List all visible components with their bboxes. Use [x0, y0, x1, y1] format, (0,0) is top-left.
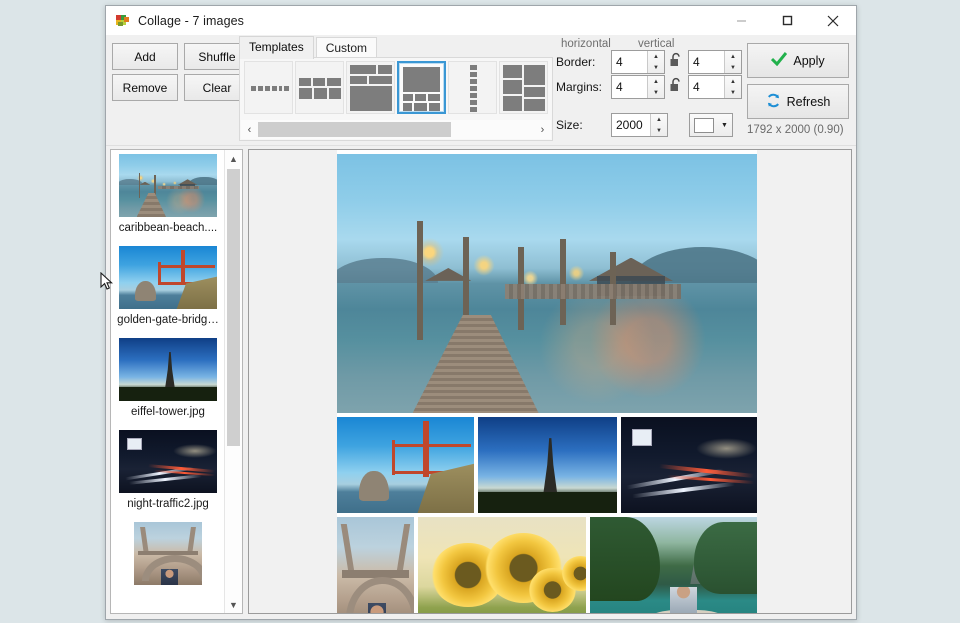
desktop-background: Collage - 7 images Add Shuffle Remove Cl… — [0, 0, 960, 623]
minimize-button[interactable] — [718, 6, 764, 35]
template-option-4-selected[interactable] — [397, 61, 446, 114]
margins-label: Margins: — [556, 80, 602, 94]
template-option-1[interactable] — [244, 61, 293, 114]
file-list-items: caribbean-beach.... golden-gate-bridg… — [111, 150, 225, 613]
close-button[interactable] — [810, 6, 856, 35]
apply-label: Apply — [793, 54, 824, 68]
border-label: Border: — [556, 55, 595, 69]
tab-templates[interactable]: Templates — [239, 36, 314, 59]
collage-preview-pane[interactable] — [248, 149, 852, 614]
refresh-label: Refresh — [787, 95, 831, 109]
scrollbar-thumb[interactable] — [258, 122, 451, 137]
margins-horizontal-input[interactable]: ▲▼ — [611, 75, 665, 99]
scroll-right-icon[interactable]: › — [534, 121, 551, 138]
templates-scroller — [241, 59, 551, 116]
green-check-icon — [771, 52, 787, 69]
list-item[interactable]: eiffel-tower.jpg — [111, 338, 225, 427]
collage-row-2 — [337, 417, 757, 513]
scrollbar-track[interactable] — [258, 122, 534, 137]
file-name: night-traffic2.jpg — [127, 498, 209, 510]
window-title: Collage - 7 images — [138, 14, 244, 28]
scroll-down-icon[interactable]: ▼ — [225, 596, 242, 613]
blue-refresh-icon — [766, 93, 781, 111]
templates-horizontal-scrollbar[interactable]: ‹ › — [241, 120, 551, 139]
border-vertical-value[interactable] — [689, 51, 724, 73]
size-input[interactable]: ▲▼ — [611, 113, 668, 137]
collage-cell-bridge[interactable] — [337, 417, 474, 513]
size-label: Size: — [556, 118, 583, 132]
output-dimensions-text: 1792 x 2000 (0.90) — [747, 124, 844, 136]
tab-custom[interactable]: Custom — [316, 37, 377, 59]
image-file-list[interactable]: caribbean-beach.... golden-gate-bridg… — [110, 149, 243, 614]
thumbnail-night-traffic2[interactable] — [119, 430, 217, 493]
column-header-vertical: vertical — [638, 38, 674, 50]
collage-cell-boat[interactable] — [590, 517, 757, 614]
margins-lock-icon[interactable] — [669, 77, 683, 93]
file-name: caribbean-beach.... — [119, 222, 217, 234]
collage-row-3 — [337, 517, 757, 614]
template-option-5[interactable] — [448, 61, 497, 114]
border-horizontal-input[interactable]: ▲▼ — [611, 50, 665, 74]
list-item[interactable]: night-traffic2.jpg — [111, 430, 225, 519]
collage-cell-eiffel-person[interactable] — [337, 517, 414, 614]
add-button[interactable]: Add — [112, 43, 178, 70]
thumbnail-eiffel-tower[interactable] — [119, 338, 217, 401]
list-item[interactable]: caribbean-beach.... — [111, 154, 225, 243]
list-item[interactable] — [111, 522, 225, 585]
template-tabs: Templates Custom — [239, 36, 377, 59]
color-dropdown-arrow[interactable]: ▼ — [717, 113, 733, 137]
thumbnail-eiffel-tower-person[interactable] — [134, 522, 202, 585]
scroll-left-icon[interactable]: ‹ — [241, 121, 258, 138]
size-spinner[interactable]: ▲▼ — [650, 114, 667, 136]
border-horizontal-value[interactable] — [612, 51, 647, 73]
mouse-cursor — [100, 272, 114, 292]
margins-vertical-input[interactable]: ▲▼ — [688, 75, 742, 99]
collage-cell-eiffel[interactable] — [478, 417, 617, 513]
toolbar-strip: Add Shuffle Remove Clear Templates Custo… — [106, 35, 856, 146]
template-option-2[interactable] — [295, 61, 344, 114]
main-content: caribbean-beach.... golden-gate-bridg… — [106, 146, 856, 619]
margins-horizontal-spinner[interactable]: ▲▼ — [647, 76, 664, 98]
background-color-swatch[interactable] — [689, 113, 719, 137]
list-item[interactable]: golden-gate-bridg… — [111, 246, 225, 335]
thumbnail-golden-gate-bridge[interactable] — [119, 246, 217, 309]
size-value[interactable] — [612, 114, 650, 136]
collage-canvas[interactable] — [337, 150, 757, 613]
collage-cell-traffic[interactable] — [621, 417, 757, 513]
remove-button[interactable]: Remove — [112, 74, 178, 101]
thumbnail-caribbean-beach[interactable] — [119, 154, 217, 217]
margins-vertical-value[interactable] — [689, 76, 724, 98]
collage-cell-pier[interactable] — [337, 154, 757, 413]
margins-vertical-spinner[interactable]: ▲▼ — [724, 76, 741, 98]
apply-button[interactable]: Apply — [747, 43, 849, 78]
border-vertical-input[interactable]: ▲▼ — [688, 50, 742, 74]
column-header-horizontal: horizontal — [561, 38, 611, 50]
file-list-scrollbar[interactable]: ▲ ▼ — [224, 150, 242, 613]
file-name: golden-gate-bridg… — [117, 314, 219, 326]
window-controls — [718, 6, 856, 35]
collage-app-icon — [115, 13, 131, 29]
collage-window: Collage - 7 images Add Shuffle Remove Cl… — [105, 5, 857, 620]
refresh-button[interactable]: Refresh — [747, 84, 849, 119]
border-horizontal-spinner[interactable]: ▲▼ — [647, 51, 664, 73]
border-lock-icon[interactable] — [669, 52, 683, 68]
collage-row-1 — [337, 154, 757, 413]
templates-panel: ‹ › — [239, 57, 553, 141]
template-option-3[interactable] — [346, 61, 395, 114]
scrollbar-thumb[interactable] — [227, 169, 240, 446]
template-option-6[interactable] — [499, 61, 548, 114]
collage-cell-sunflowers[interactable] — [418, 517, 586, 614]
margins-horizontal-value[interactable] — [612, 76, 647, 98]
scroll-up-icon[interactable]: ▲ — [225, 150, 242, 167]
title-bar: Collage - 7 images — [106, 6, 856, 35]
file-name: eiffel-tower.jpg — [131, 406, 205, 418]
maximize-button[interactable] — [764, 6, 810, 35]
border-vertical-spinner[interactable]: ▲▼ — [724, 51, 741, 73]
